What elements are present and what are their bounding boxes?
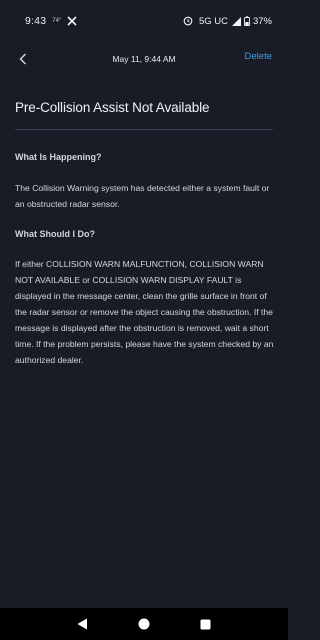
back-triangle-icon <box>77 618 88 630</box>
system-back-button[interactable] <box>76 617 90 631</box>
network-label: 5G UC <box>198 15 228 27</box>
status-left: 9:43 74° <box>25 15 77 27</box>
battery-percent: 37% <box>252 15 272 27</box>
back-button[interactable] <box>14 50 32 68</box>
what-text: The Collision Warning system has detecte… <box>15 183 270 209</box>
alarm-icon <box>183 16 193 26</box>
divider <box>15 129 273 130</box>
battery-icon <box>244 16 250 26</box>
status-right: 5G UC 37% <box>183 16 272 27</box>
system-home-button[interactable] <box>137 617 151 631</box>
status-bar: 9:43 74° 5G UC 37% <box>0 0 288 42</box>
system-nav-bar <box>0 608 288 640</box>
message-date: May 11, 9:44 AM <box>112 54 176 64</box>
system-recents-button[interactable] <box>198 617 212 631</box>
status-temperature: 74° <box>52 18 62 24</box>
status-time: 9:43 <box>25 15 47 27</box>
chevron-left-icon <box>19 53 27 65</box>
what-heading: What Is Happening? <box>15 152 102 162</box>
x-logo-icon <box>67 16 77 26</box>
screen: 9:43 74° 5G UC 37% May 11, 9:44 AM Delet… <box>0 0 288 640</box>
todo-text: If either COLLISION WARN MALFUNCTION, CO… <box>15 259 274 365</box>
recents-square-icon <box>200 619 211 629</box>
header-bar: May 11, 9:44 AM Delete <box>0 42 288 76</box>
page-title: Pre-Collision Assist Not Available <box>15 100 210 115</box>
todo-heading: What Should I Do? <box>15 229 95 239</box>
delete-button[interactable]: Delete <box>245 51 272 62</box>
signal-icon <box>231 16 241 26</box>
home-circle-icon <box>138 618 150 630</box>
